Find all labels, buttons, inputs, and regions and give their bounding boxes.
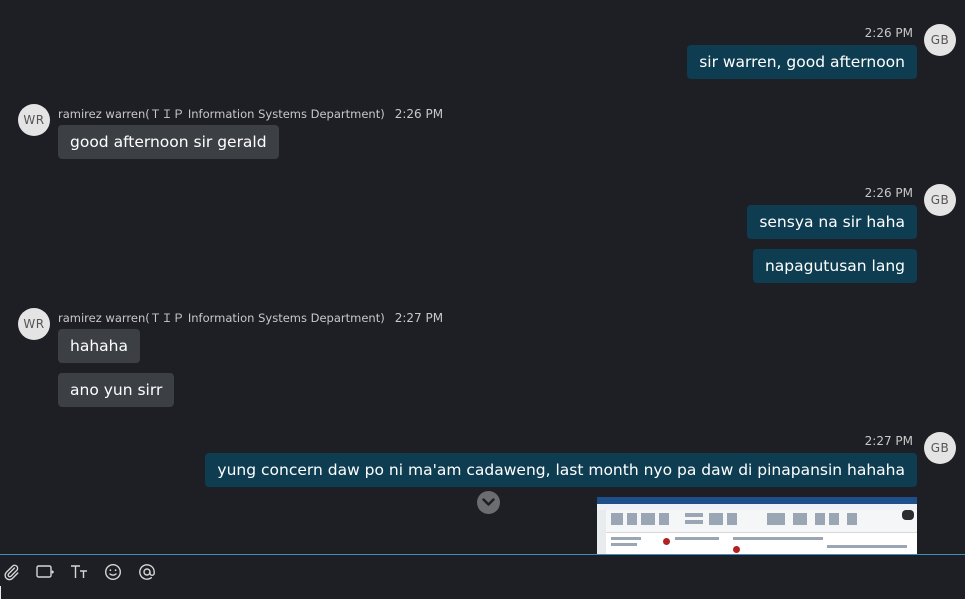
message-bubble[interactable]: napagutusan lang xyxy=(752,249,917,283)
image-attachment[interactable] xyxy=(597,497,917,554)
avatar[interactable]: GB xyxy=(924,24,956,56)
avatar[interactable]: WR xyxy=(18,308,50,340)
sender-name[interactable]: ramirez warren(ＴＩＰ Information Systems D… xyxy=(58,311,385,325)
sender-line: ramirez warren(ＴＩＰ Information Systems D… xyxy=(58,106,443,122)
scroll-to-bottom-button[interactable] xyxy=(477,491,500,514)
message-timestamp: 2:26 PM xyxy=(864,26,913,40)
chat-window: 2:26 PM GB sir warren, good afternoon WR… xyxy=(0,0,965,599)
emoji-icon xyxy=(104,563,122,581)
sender-line: ramirez warren(ＴＩＰ Information Systems D… xyxy=(58,310,443,326)
message-bubble[interactable]: hahaha xyxy=(58,329,140,363)
sender-name[interactable]: ramirez warren(ＴＩＰ Information Systems D… xyxy=(58,107,385,121)
avatar[interactable]: GB xyxy=(924,184,956,216)
message-bubble[interactable]: sir warren, good afternoon xyxy=(687,45,917,79)
gif-icon xyxy=(36,565,54,578)
text-caret xyxy=(0,586,1,599)
attach-file-button[interactable] xyxy=(1,561,23,583)
message-list[interactable]: 2:26 PM GB sir warren, good afternoon WR… xyxy=(0,0,965,554)
message-bubble[interactable]: good afternoon sir gerald xyxy=(58,125,279,159)
text-format-icon xyxy=(71,565,87,578)
gif-button[interactable] xyxy=(34,561,56,583)
emoji-button[interactable] xyxy=(102,561,124,583)
paperclip-icon xyxy=(4,564,19,581)
message-timestamp: 2:27 PM xyxy=(394,311,444,325)
message-bubble[interactable]: sensya na sir haha xyxy=(747,205,917,239)
message-timestamp: 2:27 PM xyxy=(864,434,913,448)
message-composer[interactable] xyxy=(0,555,965,599)
avatar[interactable]: WR xyxy=(18,104,50,136)
message-bubble[interactable]: yung concern daw po ni ma'am cadaweng, l… xyxy=(205,453,917,487)
message-timestamp: 2:26 PM xyxy=(394,107,444,121)
message-bubble[interactable]: ano yun sirr xyxy=(58,373,175,407)
message-timestamp: 2:26 PM xyxy=(864,186,913,200)
format-text-button[interactable] xyxy=(68,561,90,583)
avatar[interactable]: GB xyxy=(924,432,956,464)
chevron-down-icon xyxy=(482,498,495,506)
mention-button[interactable] xyxy=(136,561,158,583)
mention-icon xyxy=(139,564,155,580)
